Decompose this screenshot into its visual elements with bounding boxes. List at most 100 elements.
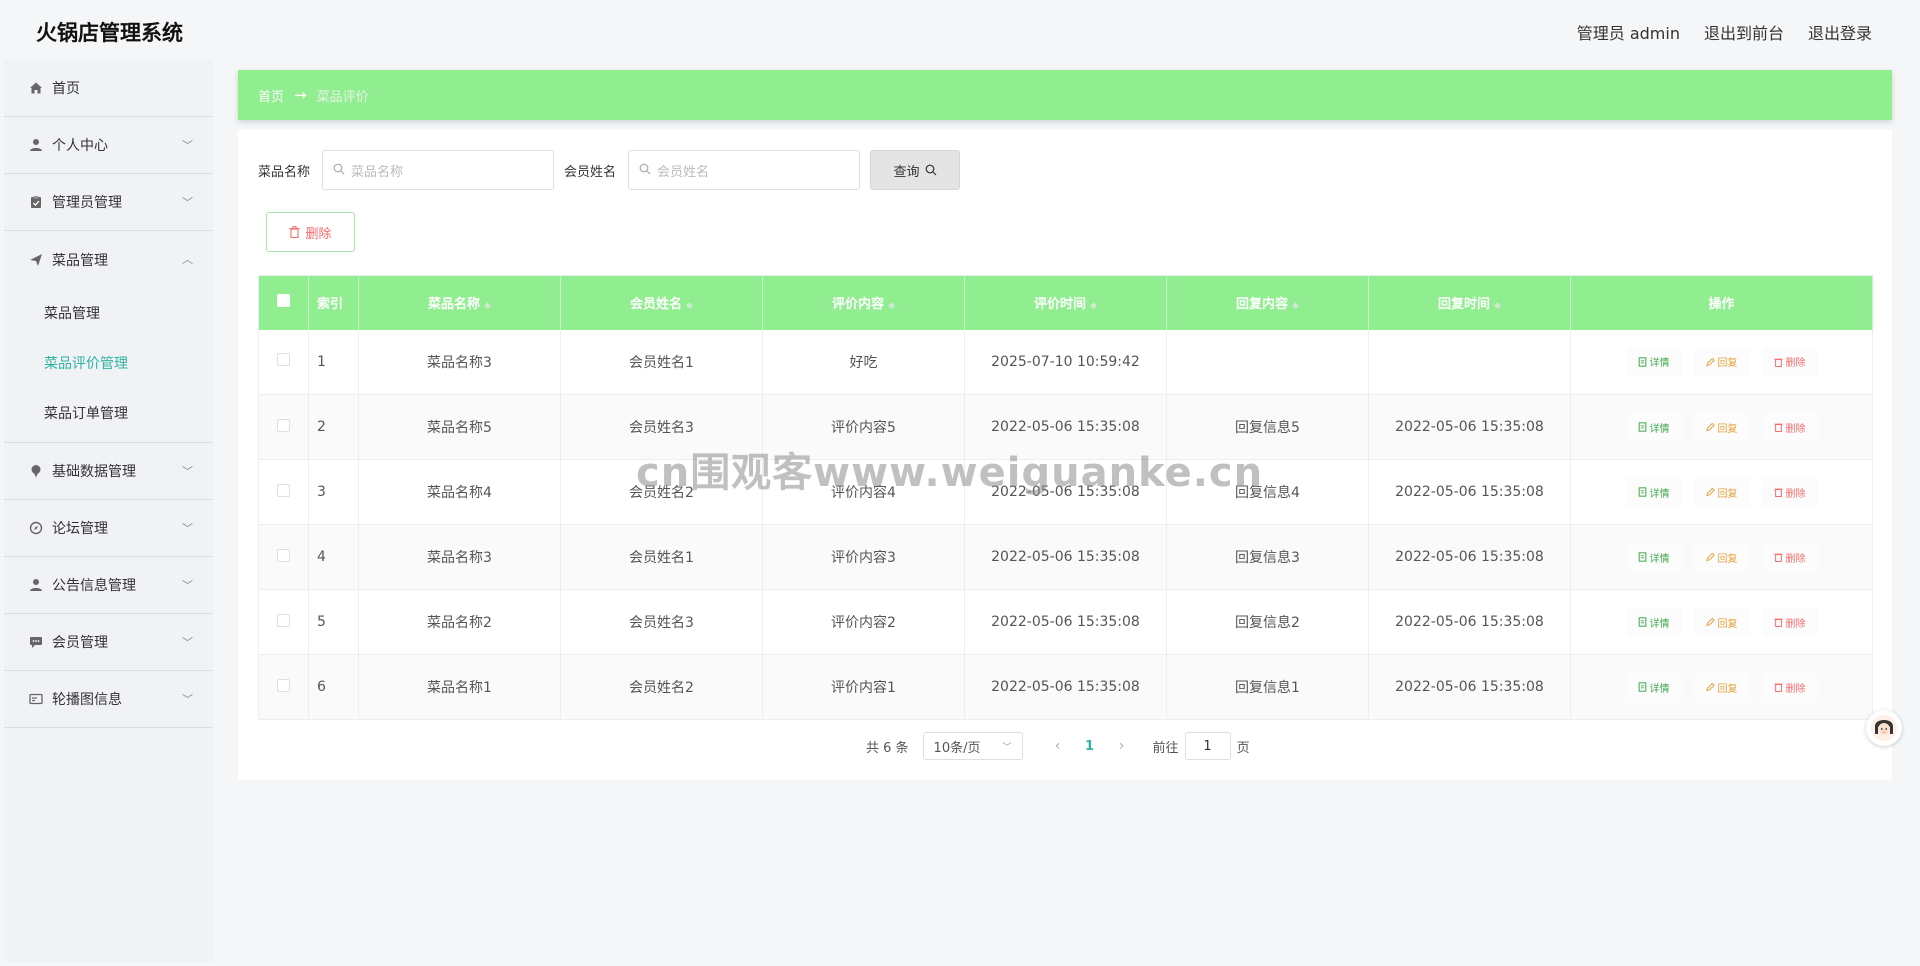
goto-page: 前往 1 页: [1153, 732, 1250, 760]
delete-button[interactable]: 删除: [1761, 542, 1818, 572]
sidebar-item-label: 基础数据管理: [52, 464, 136, 480]
edit-icon: [1705, 617, 1715, 627]
detail-button[interactable]: 详情: [1625, 672, 1682, 702]
reply-button[interactable]: 回复: [1693, 607, 1750, 637]
col-dish-name[interactable]: 菜品名称 ◆: [358, 275, 561, 330]
cell-index: 3: [308, 459, 359, 525]
pin-icon: [28, 463, 44, 479]
detail-button[interactable]: 详情: [1625, 607, 1682, 637]
sort-icon: ◆: [1090, 301, 1097, 312]
cell-actions: 详情 回复 删除: [1570, 459, 1873, 525]
col-review-content[interactable]: 评价内容 ◆: [762, 275, 965, 330]
row-checkbox[interactable]: [258, 589, 309, 655]
delete-button[interactable]: 删除: [1761, 477, 1818, 507]
table-row: 4 菜品名称3 会员姓名1 评价内容3 2022-05-06 15:35:08 …: [258, 524, 1873, 590]
delete-button[interactable]: 删除: [1761, 672, 1818, 702]
col-reply-time[interactable]: 回复时间 ◆: [1368, 275, 1571, 330]
reply-button[interactable]: 回复: [1693, 672, 1750, 702]
table-row: 1 菜品名称3 会员姓名1 好吃 2025-07-10 10:59:42 详情 …: [258, 329, 1873, 395]
row-checkbox[interactable]: [258, 654, 309, 720]
reply-button[interactable]: 回复: [1693, 542, 1750, 572]
reply-button[interactable]: 回复: [1693, 346, 1750, 377]
col-review-time[interactable]: 评价时间 ◆: [964, 275, 1167, 330]
goto-page-input[interactable]: 1: [1184, 732, 1231, 760]
sort-icon: ◆: [686, 301, 693, 312]
row-checkbox[interactable]: [258, 459, 309, 525]
sidebar: 首页 个人中心 ﹀ 管理员管理 ﹀ 菜品管理 ︿ 菜品管理 菜品评价管理 菜品订…: [4, 60, 213, 962]
cell-review-time: 2022-05-06 15:35:08: [964, 654, 1167, 720]
chat-icon: [28, 634, 44, 650]
delete-button[interactable]: 删除: [1761, 346, 1818, 377]
detail-button[interactable]: 详情: [1625, 477, 1682, 507]
detail-button[interactable]: 详情: [1625, 412, 1682, 442]
breadcrumb-home[interactable]: 首页: [258, 86, 284, 105]
sidebar-item-home[interactable]: 首页: [4, 60, 213, 117]
breadcrumb-current: 菜品评价: [316, 89, 369, 105]
cell-index: 2: [308, 394, 359, 460]
batch-delete-button[interactable]: 删除: [266, 212, 355, 252]
cell-member-name: 会员姓名3: [560, 394, 763, 460]
next-page-icon[interactable]: ›: [1109, 738, 1135, 754]
submenu-item-dish-review[interactable]: 菜品评价管理: [4, 338, 213, 388]
sidebar-item-personal-center[interactable]: 个人中心 ﹀: [4, 117, 213, 174]
page-number[interactable]: 1: [1071, 739, 1109, 754]
cell-review-content: 评价内容2: [762, 589, 965, 655]
sidebar-item-admin-management[interactable]: 管理员管理 ﹀: [4, 174, 213, 231]
cell-dish-name: 菜品名称1: [358, 654, 561, 720]
row-checkbox[interactable]: [258, 394, 309, 460]
page-size-select[interactable]: 10条/页 ﹀: [922, 732, 1023, 760]
col-reply-content[interactable]: 回复内容 ◆: [1166, 275, 1369, 330]
sidebar-item-dish-management[interactable]: 菜品管理 ︿: [4, 231, 213, 288]
submenu-item-dish[interactable]: 菜品管理: [4, 288, 213, 338]
detail-button[interactable]: 详情: [1625, 542, 1682, 572]
row-checkbox[interactable]: [258, 329, 309, 395]
cell-actions: 详情 回复 删除: [1570, 654, 1873, 720]
sidebar-item-carousel[interactable]: 轮播图信息 ﹀: [4, 671, 213, 728]
cell-review-time: 2022-05-06 15:35:08: [964, 589, 1167, 655]
submenu-item-dish-order[interactable]: 菜品订单管理: [4, 388, 213, 438]
assistant-avatar-icon[interactable]: [1866, 710, 1902, 746]
cell-actions: 详情 回复 删除: [1570, 524, 1873, 590]
reply-button[interactable]: 回复: [1693, 412, 1750, 442]
cell-dish-name: 菜品名称3: [358, 329, 561, 395]
delete-button[interactable]: 删除: [1761, 412, 1818, 442]
search-form: 菜品名称 菜品名称 会员姓名 会员姓名 查询: [258, 150, 961, 190]
table-row: 3 菜品名称4 会员姓名2 评价内容4 2022-05-06 15:35:08 …: [258, 459, 1873, 525]
cell-dish-name: 菜品名称4: [358, 459, 561, 525]
sidebar-item-forum[interactable]: 论坛管理 ﹀: [4, 500, 213, 557]
sort-icon: ◆: [1292, 301, 1299, 312]
breadcrumb: 首页 → 菜品评价: [238, 70, 1892, 120]
prev-page-icon[interactable]: ‹: [1045, 738, 1071, 754]
cell-index: 6: [308, 654, 359, 720]
member-name-input[interactable]: 会员姓名: [628, 150, 861, 190]
sidebar-item-label: 轮播图信息: [52, 692, 122, 708]
cell-review-content: 评价内容4: [762, 459, 965, 525]
cell-reply-content: 回复信息4: [1166, 459, 1369, 525]
select-all-checkbox[interactable]: [258, 275, 309, 330]
cell-review-content: 评价内容3: [762, 524, 965, 590]
sidebar-item-base-data[interactable]: 基础数据管理 ﹀: [4, 443, 213, 500]
chevron-down-icon: ﹀: [1002, 742, 1012, 753]
cell-member-name: 会员姓名1: [560, 329, 763, 395]
query-button[interactable]: 查询: [870, 150, 961, 190]
delete-button[interactable]: 删除: [1761, 607, 1818, 637]
cell-review-content: 评价内容1: [762, 654, 965, 720]
row-checkbox[interactable]: [258, 524, 309, 590]
cell-member-name: 会员姓名2: [560, 459, 763, 525]
reply-button[interactable]: 回复: [1693, 477, 1750, 507]
search-icon: [333, 163, 345, 178]
dish-name-input[interactable]: 菜品名称: [322, 150, 555, 190]
query-button-label: 查询: [893, 164, 920, 180]
detail-button[interactable]: 详情: [1625, 346, 1682, 377]
sidebar-item-label: 菜品管理: [52, 252, 108, 269]
exit-to-front-link[interactable]: 退出到前台: [1704, 20, 1784, 44]
dish-submenu: 菜品管理 菜品评价管理 菜品订单管理: [4, 288, 213, 443]
edit-icon: [1705, 422, 1715, 432]
sidebar-item-announcement[interactable]: 公告信息管理 ﹀: [4, 557, 213, 614]
document-icon: [1638, 357, 1647, 367]
breadcrumb-arrow-icon: →: [294, 86, 307, 104]
logout-link[interactable]: 退出登录: [1808, 20, 1872, 44]
document-icon: [1638, 617, 1647, 627]
sidebar-item-member[interactable]: 会员管理 ﹀: [4, 614, 213, 671]
col-member-name[interactable]: 会员姓名 ◆: [560, 275, 763, 330]
